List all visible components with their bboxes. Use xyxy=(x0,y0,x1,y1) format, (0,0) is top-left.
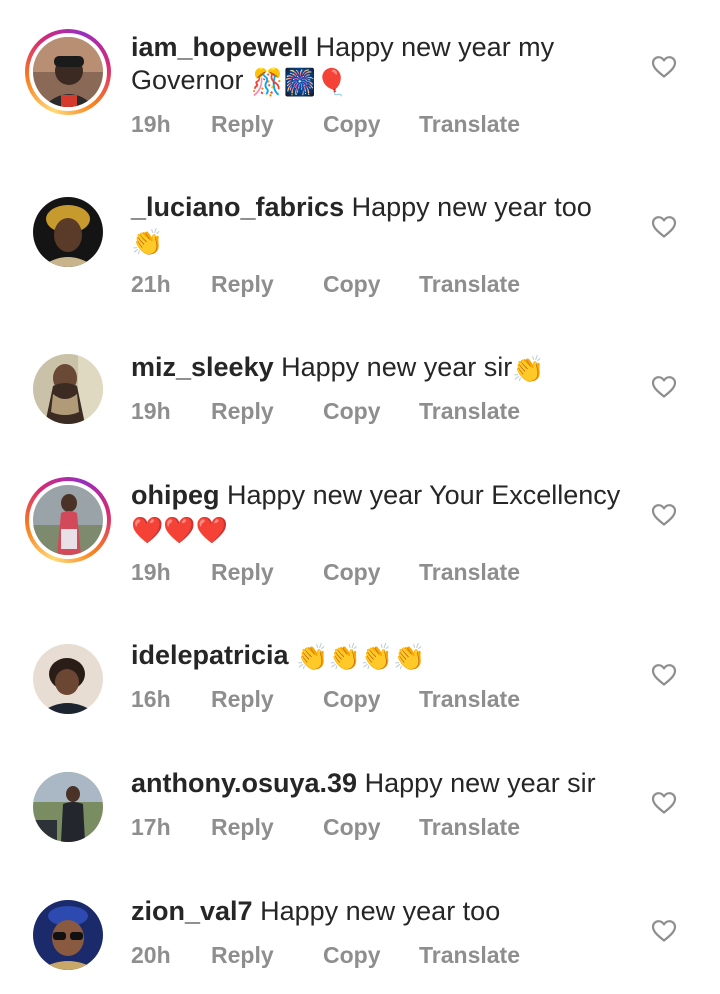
copy-button[interactable]: Copy xyxy=(323,684,381,714)
avatar[interactable] xyxy=(25,189,111,275)
timestamp: 19h xyxy=(131,398,171,424)
reply-button[interactable]: Reply xyxy=(211,684,274,714)
comment-text: zion_val7 Happy new year too xyxy=(131,896,501,926)
heart-outline-icon[interactable] xyxy=(651,55,677,79)
reply-button[interactable]: Reply xyxy=(211,557,274,587)
timestamp: 20h xyxy=(131,942,171,968)
translate-button[interactable]: Translate xyxy=(419,684,520,714)
username[interactable]: zion_val7 xyxy=(131,896,253,926)
avatar[interactable] xyxy=(25,346,111,432)
emoji-group: ❤️❤️❤️ xyxy=(131,516,229,546)
copy-button[interactable]: Copy xyxy=(323,109,381,139)
copy-button[interactable]: Copy xyxy=(323,269,381,299)
translate-button[interactable]: Translate xyxy=(419,269,520,299)
timestamp: 19h xyxy=(131,559,171,585)
heart-outline-icon[interactable] xyxy=(651,663,677,687)
emoji-group: 👏👏👏👏 xyxy=(296,643,426,673)
copy-button[interactable]: Copy xyxy=(323,396,381,426)
emoji-group: 👏 xyxy=(512,355,545,385)
reply-button[interactable]: Reply xyxy=(211,812,274,842)
copy-button[interactable]: Copy xyxy=(323,812,381,842)
timestamp: 19h xyxy=(131,111,171,137)
avatar[interactable] xyxy=(25,477,111,563)
heart-outline-icon[interactable] xyxy=(651,791,677,815)
translate-button[interactable]: Translate xyxy=(419,940,520,970)
username[interactable]: ohipeg xyxy=(131,480,220,510)
comment-text: miz_sleeky Happy new year sir👏 xyxy=(131,352,545,385)
avatar[interactable] xyxy=(25,892,111,978)
emoji-group: 👏 xyxy=(131,228,164,258)
reply-button[interactable]: Reply xyxy=(211,940,274,970)
translate-button[interactable]: Translate xyxy=(419,557,520,587)
emoji-group: 🎊🎆🎈 xyxy=(251,68,349,98)
timestamp: 16h xyxy=(131,686,171,712)
heart-outline-icon[interactable] xyxy=(651,503,677,527)
comment-text: anthony.osuya.39 Happy new year sir xyxy=(131,768,596,798)
copy-button[interactable]: Copy xyxy=(323,557,381,587)
avatar[interactable] xyxy=(25,29,111,115)
comment-text: idelepatricia 👏👏👏👏 xyxy=(131,639,631,672)
reply-button[interactable]: Reply xyxy=(211,109,274,139)
reply-button[interactable]: Reply xyxy=(211,396,274,426)
comment-text: iam_hopewell Happy new year my Governor … xyxy=(131,32,555,98)
comment-text: _luciano_fabrics Happy new year too 👏 xyxy=(131,192,592,258)
translate-button[interactable]: Translate xyxy=(419,109,520,139)
timestamp: 17h xyxy=(131,814,171,840)
heart-outline-icon[interactable] xyxy=(651,375,677,399)
username[interactable]: _luciano_fabrics xyxy=(131,192,344,222)
copy-button[interactable]: Copy xyxy=(323,940,381,970)
username[interactable]: anthony.osuya.39 xyxy=(131,768,357,798)
username[interactable]: idelepatricia xyxy=(131,640,289,670)
avatar[interactable] xyxy=(25,636,111,722)
timestamp: 21h xyxy=(131,271,171,297)
username[interactable]: miz_sleeky xyxy=(131,352,274,382)
avatar[interactable] xyxy=(25,764,111,850)
comment-text: ohipeg Happy new year Your Excellency ❤️… xyxy=(131,480,621,546)
translate-button[interactable]: Translate xyxy=(419,396,520,426)
heart-outline-icon[interactable] xyxy=(651,919,677,943)
heart-outline-icon[interactable] xyxy=(651,215,677,239)
reply-button[interactable]: Reply xyxy=(211,269,274,299)
translate-button[interactable]: Translate xyxy=(419,812,520,842)
username[interactable]: iam_hopewell xyxy=(131,32,308,62)
